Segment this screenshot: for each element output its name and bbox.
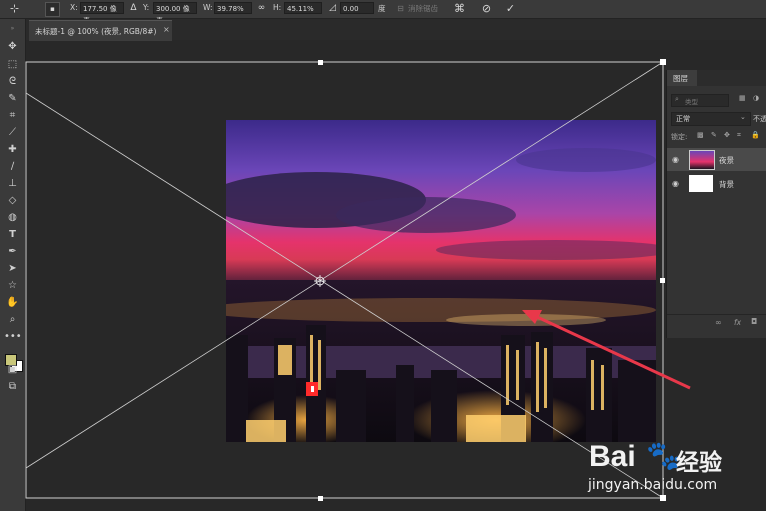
layer-thumbnail	[689, 150, 715, 170]
eye-icon[interactable]: ◉	[672, 155, 679, 164]
mask-icon[interactable]: ◘	[751, 317, 757, 326]
lock-artboard-icon[interactable]: ⌗	[737, 131, 741, 140]
layer-filter-field[interactable]: ⌕ 类型	[671, 94, 729, 107]
lock-pixels-icon[interactable]: ▩	[697, 131, 704, 139]
lock-all-icon[interactable]: 🔒	[751, 131, 760, 139]
tab-layers-label: 图层	[673, 74, 688, 83]
blend-mode-value: 正常	[676, 115, 690, 123]
fx-icon[interactable]: fx	[734, 318, 741, 327]
lock-label: 锁定:	[671, 133, 688, 141]
layer-thumbnail	[689, 175, 713, 192]
tab-layers[interactable]: 图层	[667, 70, 697, 86]
layer-name: 夜景	[719, 156, 734, 165]
layers-panel: 图层 ⌕ 类型 ▦ ◑ 正常 ⌄ 不透 锁定: ▩ ✎ ✥ ⌗ 🔒 ◉ 夜景 ◉…	[666, 70, 766, 338]
red-arrow-annotation	[522, 310, 691, 390]
layer-row-night[interactable]: ◉ 夜景	[667, 148, 766, 171]
opacity-label: 不透	[753, 115, 766, 123]
watermark-brand: Bai	[589, 440, 636, 473]
baidu-jingyan-watermark: Bai 🐾 经验 jingyan.baidu.com	[588, 439, 766, 511]
eye-icon[interactable]: ◉	[672, 179, 679, 188]
lock-paint-icon[interactable]: ✎	[711, 131, 717, 139]
search-icon: ⌕	[675, 95, 679, 103]
lock-position-icon[interactable]: ✥	[724, 131, 730, 139]
watermark-suffix: 经验	[676, 450, 722, 476]
layer-name: 背景	[719, 180, 734, 189]
blend-mode-select[interactable]: 正常 ⌄	[671, 112, 751, 126]
link-icon[interactable]: ∞	[715, 318, 722, 327]
layer-row-background[interactable]: ◉ 背景	[667, 172, 766, 195]
filter-adjust-icon[interactable]: ◑	[753, 94, 759, 102]
chevron-down-icon: ⌄	[740, 113, 746, 121]
layer-filter-placeholder: 类型	[685, 98, 698, 106]
filter-image-icon[interactable]: ▦	[739, 94, 746, 102]
panel-footer: ∞ fx ◘	[667, 314, 766, 331]
watermark-url: jingyan.baidu.com	[588, 477, 718, 493]
